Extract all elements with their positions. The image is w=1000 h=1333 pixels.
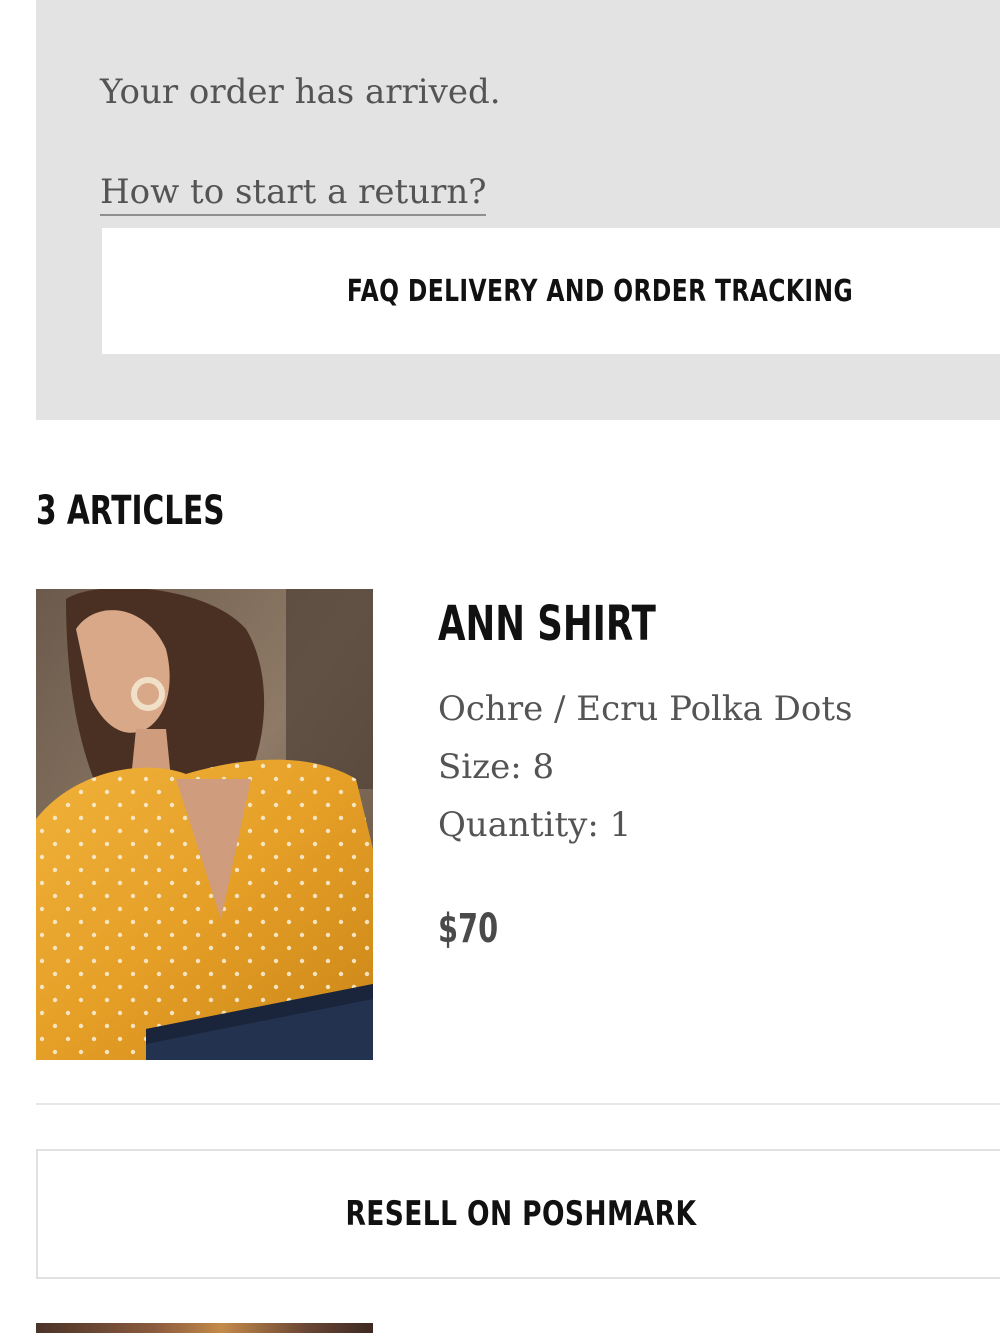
start-return-link[interactable]: How to start a return? xyxy=(100,172,487,216)
product-price: $70 xyxy=(438,906,499,952)
resell-on-poshmark-button[interactable]: RESELL ON POSHMARK xyxy=(36,1149,1000,1279)
article-count-heading: 3 ARTICLES xyxy=(36,488,225,534)
next-product-image[interactable] xyxy=(36,1323,373,1333)
order-status-message: Your order has arrived. xyxy=(100,72,501,112)
section-divider xyxy=(36,1103,1000,1105)
faq-button-label: FAQ DELIVERY AND ORDER TRACKING xyxy=(346,273,854,309)
product-size: Size: 8 xyxy=(438,747,555,787)
product-name[interactable]: ANN SHIRT xyxy=(438,596,656,652)
product-color: Ochre / Ecru Polka Dots xyxy=(438,689,853,729)
product-quantity: Quantity: 1 xyxy=(438,805,632,845)
product-image[interactable] xyxy=(36,589,373,1060)
resell-button-label: RESELL ON POSHMARK xyxy=(345,1194,697,1234)
faq-delivery-tracking-button[interactable]: FAQ DELIVERY AND ORDER TRACKING xyxy=(102,228,1000,354)
